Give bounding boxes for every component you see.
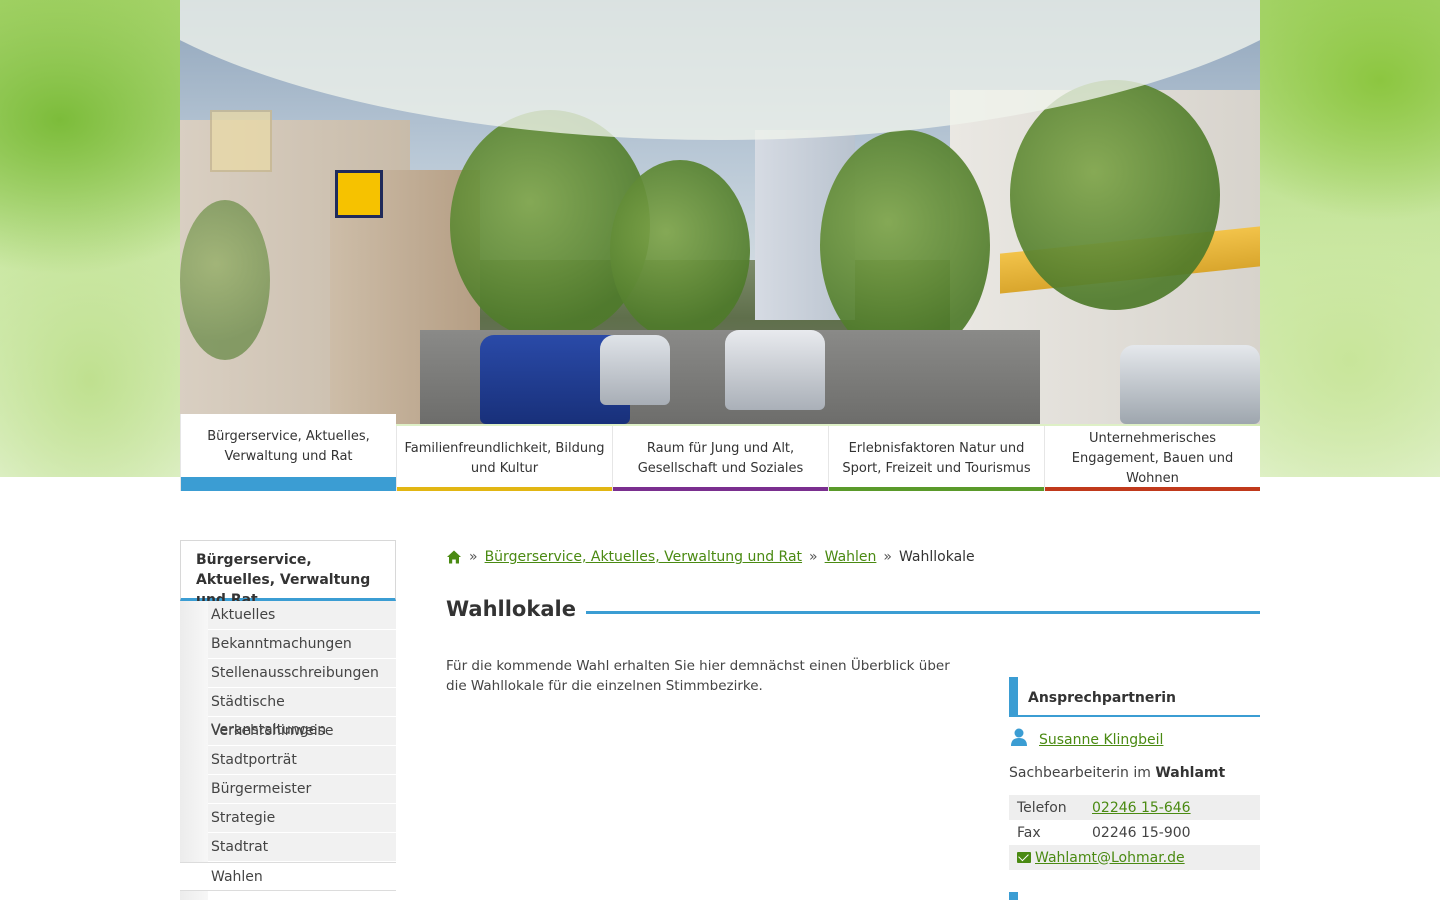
sidebar-item-aktuelles[interactable]: Aktuelles [208, 601, 396, 630]
breadcrumb-separator: » [809, 549, 818, 565]
email-cell: Wahlamt@Lohmar.de [1009, 845, 1260, 870]
tab-label: Raum für Jung und Alt, Gesellschaft und … [637, 440, 804, 476]
tab-color-bar [1045, 487, 1260, 491]
phone-value: 02246 15-646 [1084, 795, 1260, 820]
hero-image [180, 0, 1260, 424]
shop-sign [335, 170, 383, 218]
contact-box: Ansprechpartnerin Susanne Klingbeil Sach… [1009, 677, 1260, 870]
sidebar-item-stadtportraet[interactable]: Stadtporträt [208, 746, 396, 775]
home-icon[interactable] [446, 549, 462, 565]
tab-color-bar [613, 487, 828, 491]
tab-label: Erlebnisfaktoren Natur und Sport, Freize… [842, 440, 1031, 476]
tab-label: Unternehmerisches Engagement, Bauen und … [1071, 430, 1234, 486]
sidebar-item-strategie[interactable]: Strategie [208, 804, 396, 833]
fax-label: Fax [1017, 824, 1041, 841]
contact-role: Sachbearbeiterin im Wahlamt [1009, 763, 1260, 783]
tab-color-bar [181, 477, 396, 491]
contact-email-row: Wahlamt@Lohmar.de [1009, 845, 1260, 870]
tab-familienfreundlichkeit[interactable]: Familienfreundlichkeit, Bildung und Kult… [396, 426, 612, 491]
person-icon [1009, 727, 1029, 753]
breadcrumb: » Bürgerservice, Aktuelles, Verwaltung u… [446, 547, 975, 567]
breadcrumb-link-wahlen[interactable]: Wahlen [825, 547, 877, 567]
tab-jung-und-alt[interactable]: Raum für Jung und Alt, Gesellschaft und … [612, 426, 828, 491]
contact-heading: Ansprechpartnerin [1009, 677, 1260, 717]
page-title-row: Wahllokale [446, 594, 1260, 624]
sidebar-list: Aktuelles Bekanntmachungen Stellenaussch… [180, 601, 396, 891]
sidebar-navigation: Bürgerservice, Aktuelles, Verwaltung und… [180, 540, 396, 900]
main-navigation: Bürgerservice, Aktuelles, Verwaltung und… [180, 414, 1260, 491]
tab-label: Bürgerservice, Aktuelles, Verwaltung und… [207, 428, 370, 464]
phone-label: Telefon [1009, 795, 1084, 820]
contact-role-department: Wahlamt [1155, 765, 1226, 781]
tab-color-bar [397, 487, 612, 491]
contact-phone-row: Telefon 02246 15-646 [1009, 795, 1260, 820]
sidebar-item-verkehrshinweise[interactable]: Verkehrshinweise [208, 717, 396, 746]
page-title: Wahllokale [446, 597, 576, 621]
contact-person: Susanne Klingbeil [1009, 727, 1260, 753]
tab-color-bar [829, 487, 1044, 491]
title-underline [585, 610, 1260, 614]
tab-buergerservice[interactable]: Bürgerservice, Aktuelles, Verwaltung und… [180, 414, 396, 491]
breadcrumb-current: Wahllokale [898, 549, 975, 565]
email-link[interactable]: Wahlamt@Lohmar.de [1035, 850, 1185, 866]
tab-unternehmerisches-engagement[interactable]: Unternehmerisches Engagement, Bauen und … [1044, 426, 1260, 491]
envelope-icon [1017, 851, 1031, 863]
sidebar-item-buergermeister[interactable]: Bürgermeister [208, 775, 396, 804]
fax-value: 02246 15-900 [1092, 824, 1191, 841]
breadcrumb-link-buergerservice[interactable]: Bürgerservice, Aktuelles, Verwaltung und… [485, 547, 802, 567]
next-section-marker [1009, 892, 1018, 900]
sidebar-heading[interactable]: Bürgerservice, Aktuelles, Verwaltung und… [180, 540, 396, 608]
sidebar-item-stellenausschreibungen[interactable]: Stellenausschreibungen [208, 659, 396, 688]
sidebar-item-stadtrat[interactable]: Stadtrat [208, 833, 396, 862]
sidebar-item-wahlen[interactable]: Wahlen [180, 862, 396, 891]
contact-role-prefix: Sachbearbeiterin im [1009, 765, 1151, 781]
intro-text: Für die kommende Wahl erhalten Sie hier … [446, 658, 950, 694]
sidebar-item-bekanntmachungen[interactable]: Bekanntmachungen [208, 630, 396, 659]
phone-link[interactable]: 02246 15-646 [1092, 800, 1191, 816]
contact-name-link[interactable]: Susanne Klingbeil [1039, 730, 1163, 750]
contact-details-table: Telefon 02246 15-646 Fax 02246 15-900 Wa… [1009, 795, 1260, 870]
tab-label: Familienfreundlichkeit, Bildung und Kult… [404, 440, 605, 476]
contact-fax-row: Fax 02246 15-900 [1009, 820, 1260, 845]
tab-erlebnisfaktoren[interactable]: Erlebnisfaktoren Natur und Sport, Freize… [828, 426, 1044, 491]
sidebar-item-staedtische-veranstaltungen[interactable]: Städtische Veranstaltungen [208, 688, 396, 738]
breadcrumb-separator: » [883, 549, 892, 565]
breadcrumb-separator: » [469, 549, 478, 565]
